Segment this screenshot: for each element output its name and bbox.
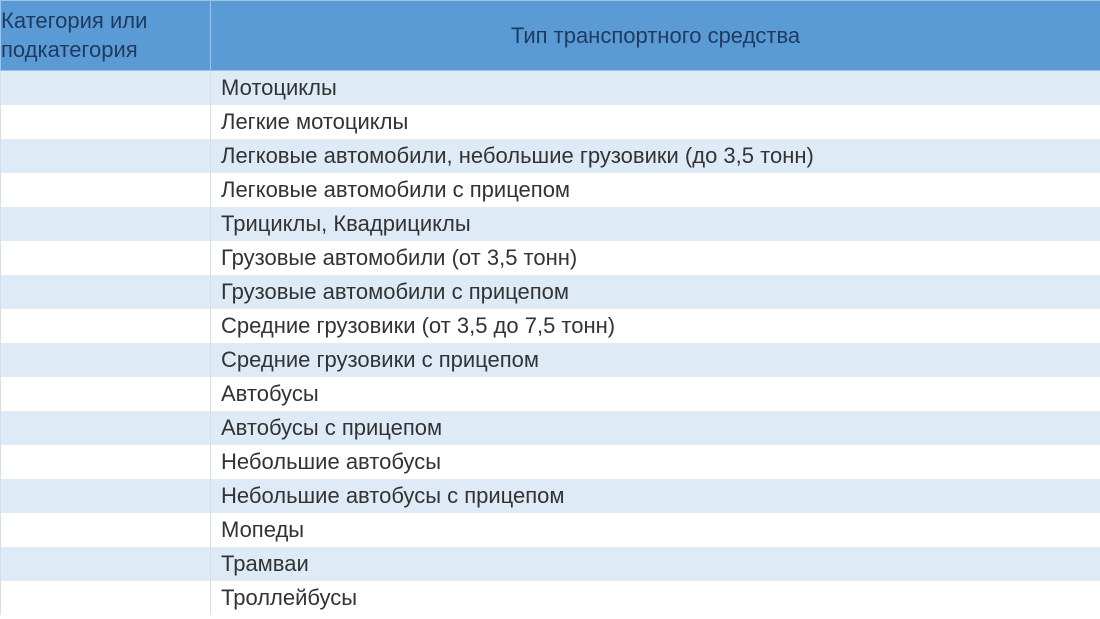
table-row: Легкие мотоциклы [1, 105, 1100, 139]
type-cell: Небольшие автобусы [211, 445, 1100, 479]
table-row: Мопеды [1, 513, 1100, 547]
table-row: Средние грузовики с прицепом [1, 343, 1100, 377]
category-cell [1, 411, 211, 445]
type-cell: Мопеды [211, 513, 1100, 547]
type-cell: Автобусы [211, 377, 1100, 411]
type-cell: Небольшие автобусы с прицепом [211, 479, 1100, 513]
type-cell: Грузовые автомобили (от 3,5 тонн) [211, 241, 1100, 275]
category-cell [1, 343, 211, 377]
table-row: Легковые автомобили с прицепом [1, 173, 1100, 207]
category-cell [1, 581, 211, 615]
type-cell: Автобусы с прицепом [211, 411, 1100, 445]
type-cell: Легкие мотоциклы [211, 105, 1100, 139]
table-header-row: Категория или подкатегория Тип транспорт… [1, 1, 1100, 71]
category-cell [1, 241, 211, 275]
table-row: Грузовые автомобили с прицепом [1, 275, 1100, 309]
table-row: Небольшие автобусы [1, 445, 1100, 479]
category-cell [1, 105, 211, 139]
type-cell: Троллейбусы [211, 581, 1100, 615]
type-cell: Средние грузовики (от 3,5 до 7,5 тонн) [211, 309, 1100, 343]
table-row: Трициклы, Квадрициклы [1, 207, 1100, 241]
table-row: Трамваи [1, 547, 1100, 581]
type-cell: Легковые автомобили, небольшие грузовики… [211, 139, 1100, 173]
table-row: Небольшие автобусы с прицепом [1, 479, 1100, 513]
type-cell: Трамваи [211, 547, 1100, 581]
category-cell [1, 377, 211, 411]
category-cell [1, 139, 211, 173]
category-cell [1, 275, 211, 309]
table-row: Автобусы [1, 377, 1100, 411]
header-category: Категория или подкатегория [1, 1, 211, 71]
type-cell: Трициклы, Квадрициклы [211, 207, 1100, 241]
table-row: Троллейбусы [1, 581, 1100, 615]
vehicle-categories-table: Категория или подкатегория Тип транспорт… [0, 0, 1100, 615]
header-type: Тип транспортного средства [211, 1, 1100, 71]
table-row: Автобусы с прицепом [1, 411, 1100, 445]
table-row: Мотоциклы [1, 71, 1100, 105]
type-cell: Грузовые автомобили с прицепом [211, 275, 1100, 309]
category-cell [1, 207, 211, 241]
category-cell [1, 309, 211, 343]
category-cell [1, 513, 211, 547]
table-row: Легковые автомобили, небольшие грузовики… [1, 139, 1100, 173]
category-cell [1, 479, 211, 513]
table-row: Средние грузовики (от 3,5 до 7,5 тонн) [1, 309, 1100, 343]
category-cell [1, 71, 211, 105]
type-cell: Средние грузовики с прицепом [211, 343, 1100, 377]
type-cell: Мотоциклы [211, 71, 1100, 105]
category-cell [1, 547, 211, 581]
type-cell: Легковые автомобили с прицепом [211, 173, 1100, 207]
category-cell [1, 173, 211, 207]
table-row: Грузовые автомобили (от 3,5 тонн) [1, 241, 1100, 275]
category-cell [1, 445, 211, 479]
